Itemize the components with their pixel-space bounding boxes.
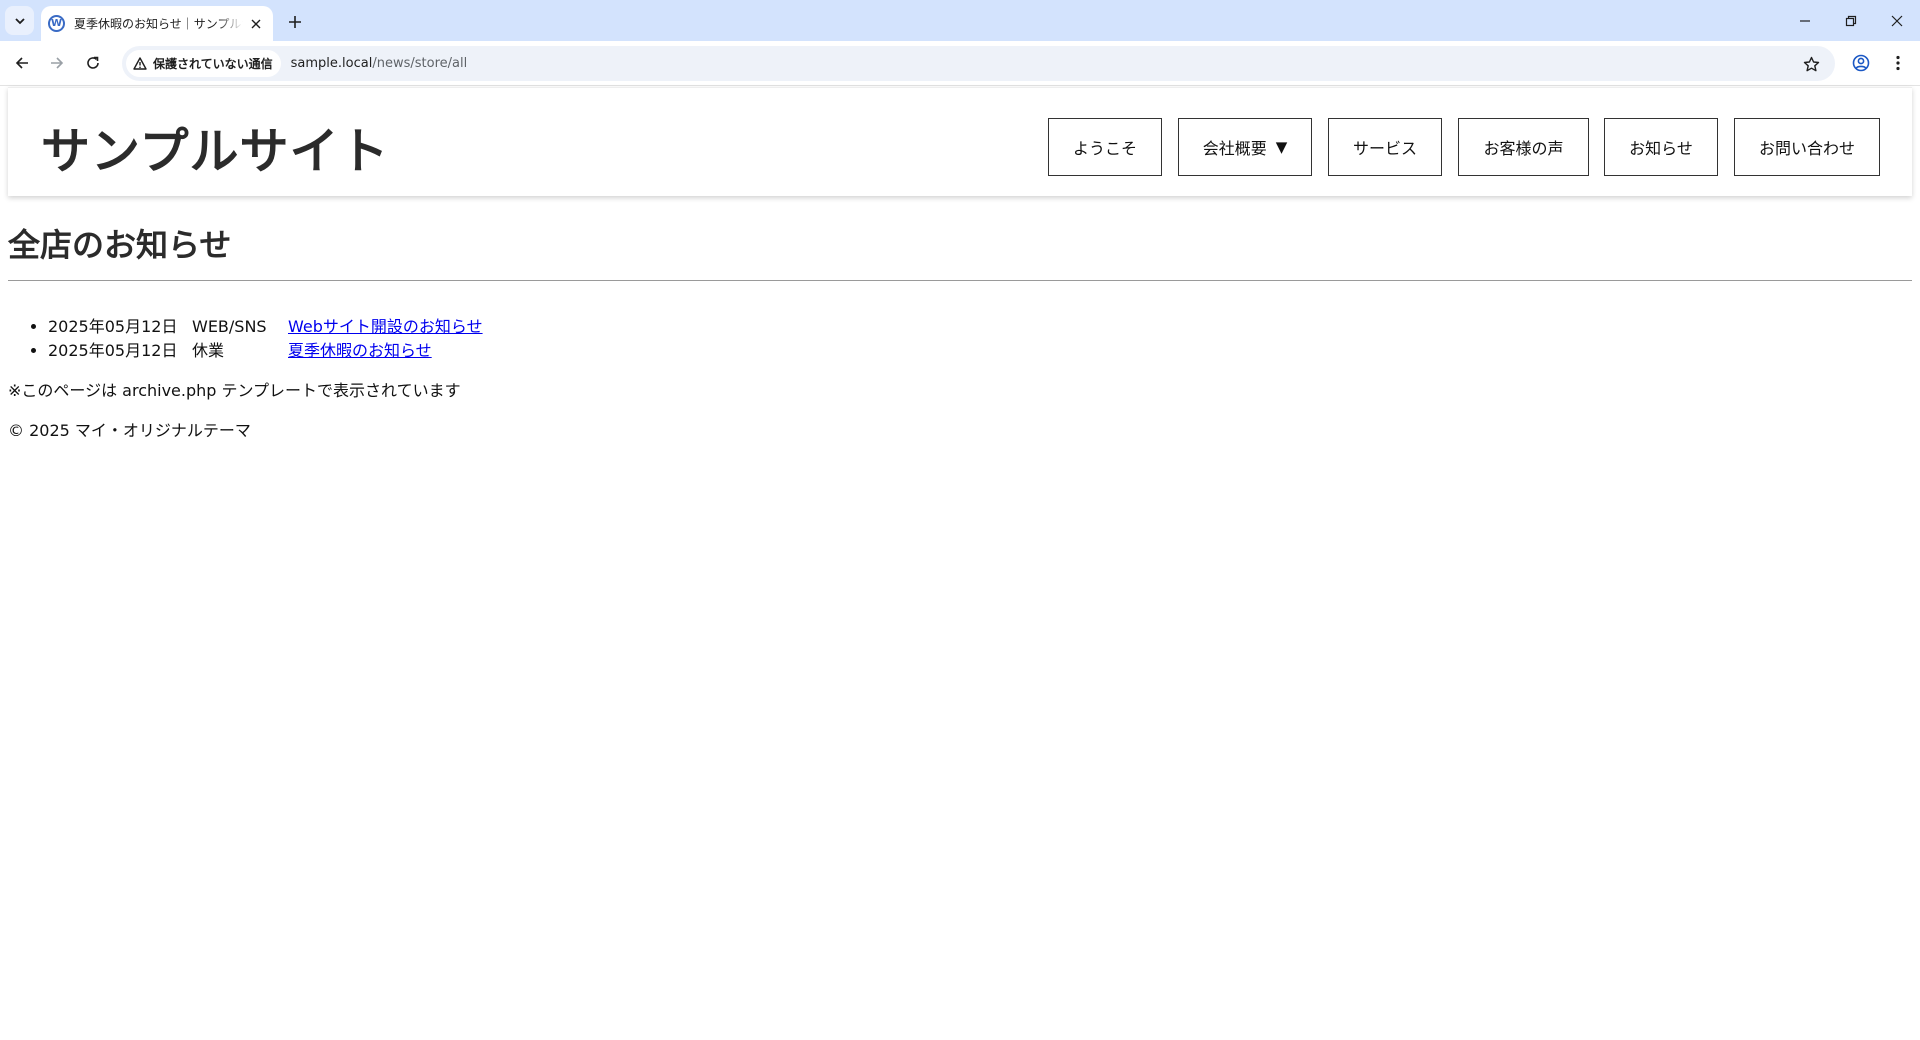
account-circle-icon (1852, 54, 1870, 72)
news-date: 2025年05月12日 (48, 317, 178, 336)
nav-item-welcome[interactable]: ようこそ (1048, 118, 1162, 176)
tab-title: 夏季休暇のお知らせ｜サンプルサイト (74, 17, 243, 31)
nav-item-label: お客様の声 (1483, 139, 1564, 158)
nav-item-label: サービス (1352, 139, 1417, 158)
nav-item-company[interactable]: 会社概要 ▼ (1178, 118, 1312, 176)
nav-item-label: 会社概要 (1202, 139, 1267, 158)
nav-item-contact[interactable]: お問い合わせ (1734, 118, 1880, 176)
warning-triangle-icon (133, 57, 147, 70)
address-bar[interactable]: 保護されていない通信 sample.local/news/store/all (122, 46, 1835, 81)
divider (8, 280, 1912, 281)
arrow-right-icon (51, 57, 64, 69)
news-link[interactable]: Webサイト開設のお知らせ (288, 317, 483, 336)
star-icon (1803, 56, 1819, 71)
nav-item-label: お知らせ (1629, 139, 1693, 158)
profile-button[interactable] (1845, 47, 1877, 79)
nav-item-label: ようこそ (1072, 139, 1137, 158)
nav-item-services[interactable]: サービス (1328, 118, 1442, 176)
list-item: 2025年05月12日 WEB/SNS Webサイト開設のお知らせ (48, 315, 483, 339)
reload-icon (87, 56, 99, 69)
close-window-button[interactable] (1874, 0, 1920, 41)
url-host: sample.local (290, 56, 373, 71)
security-label: 保護されていない通信 (153, 57, 273, 71)
back-button[interactable] (6, 47, 38, 79)
arrow-left-icon (15, 57, 28, 69)
site-title[interactable]: サンプルサイト (41, 112, 390, 183)
news-date: 2025年05月12日 (48, 341, 178, 360)
restore-icon (1845, 15, 1857, 26)
wordpress-favicon-icon: W (48, 15, 65, 32)
tab-close-button[interactable] (247, 15, 265, 33)
news-category: 休業 (192, 341, 225, 360)
forward-button[interactable] (41, 47, 73, 79)
news-category: WEB/SNS (192, 317, 267, 336)
browser-menu-button[interactable] (1882, 47, 1914, 79)
page-title: 全店のお知らせ (8, 226, 232, 264)
page-viewport: サンプルサイト ようこそ 会社概要 ▼ サービス お客様の声 お知らせ お問い合… (0, 87, 1920, 1040)
close-icon (251, 19, 261, 28)
nav-item-label: お問い合わせ (1758, 139, 1855, 158)
news-link[interactable]: 夏季休暇のお知らせ (288, 341, 432, 360)
footer-copyright: © 2025 マイ・オリジナルテーマ (8, 421, 251, 440)
caret-down-icon: ▼ (1275, 138, 1288, 156)
url-text[interactable]: sample.local/news/store/all (291, 56, 468, 71)
bookmark-button[interactable] (1797, 50, 1825, 78)
tab-search-button[interactable] (5, 6, 34, 35)
nav-item-testimonials[interactable]: お客様の声 (1458, 118, 1589, 176)
new-tab-button[interactable] (281, 8, 309, 36)
nav-item-news[interactable]: お知らせ (1604, 118, 1718, 176)
browser-toolbar: 保護されていない通信 sample.local/news/store/all (0, 41, 1920, 86)
url-path: /news/store/all (372, 56, 468, 71)
chevron-down-icon (14, 17, 25, 24)
template-note: ※このページは archive.php テンプレートで表示されています (8, 381, 461, 400)
minimize-button[interactable] (1782, 0, 1828, 41)
restore-button[interactable] (1828, 0, 1874, 41)
reload-button[interactable] (77, 47, 109, 79)
active-tab[interactable]: W 夏季休暇のお知らせ｜サンプルサイト (41, 6, 273, 41)
list-item: 2025年05月12日休業 夏季休暇のお知らせ (48, 339, 483, 363)
more-vertical-icon (1896, 55, 1900, 71)
security-chip[interactable]: 保護されていない通信 (126, 50, 281, 77)
minimize-icon (1800, 19, 1810, 22)
news-list: 2025年05月12日 WEB/SNS Webサイト開設のお知らせ 2025年05月… (8, 315, 483, 363)
browser-tab-strip: W 夏季休暇のお知らせ｜サンプルサイト (0, 0, 1920, 41)
plus-icon (289, 16, 301, 28)
site-header: サンプルサイト ようこそ 会社概要 ▼ サービス お客様の声 お知らせ お問い合… (8, 87, 1912, 196)
close-icon (1891, 15, 1903, 26)
